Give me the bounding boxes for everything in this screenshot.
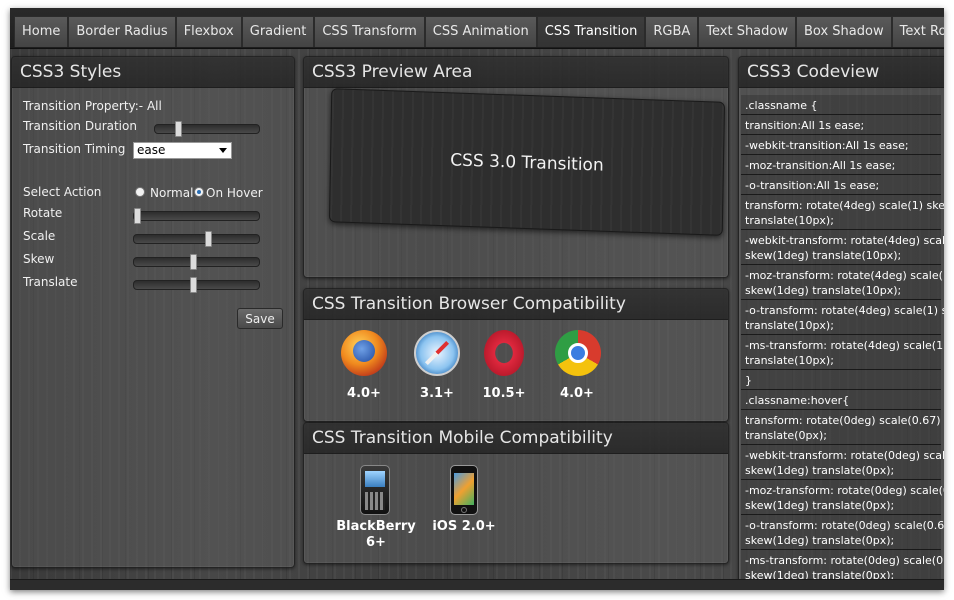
- code-line: transform: rotate(0deg) scale(0.67) skew…: [741, 410, 944, 445]
- mobile-compat-header: CSS Transition Mobile Compatibility: [304, 423, 728, 454]
- browser-compat-header: CSS Transition Browser Compatibility: [304, 289, 728, 320]
- codeview-panel: CSS3 Codeview .classname {transition:All…: [738, 56, 944, 590]
- safari-version: 3.1+: [420, 386, 454, 401]
- chevron-down-icon: [219, 148, 227, 153]
- skew-slider-thumb[interactable]: [190, 254, 197, 270]
- code-line: .classname:hover{: [741, 390, 941, 410]
- scale-label: Scale: [23, 229, 56, 243]
- transition-property-label: Transition Property: [23, 99, 135, 113]
- preview-box-text: CSS 3.0 Transition: [450, 150, 604, 176]
- timing-label: Transition Timing: [23, 142, 126, 156]
- code-line: -webkit-transition:All 1s ease;: [741, 135, 941, 155]
- tab-text-shadow[interactable]: Text Shadow: [698, 16, 796, 47]
- preview-panel-title: CSS3 Preview Area: [312, 62, 473, 82]
- blackberry-label: BlackBerry: [336, 519, 416, 534]
- code-line: -moz-transform: rotate(4deg) scale(1) sk…: [741, 265, 944, 300]
- tab-rgba[interactable]: RGBA: [645, 16, 699, 47]
- save-button[interactable]: Save: [237, 308, 283, 329]
- top-nav: Home Border Radius Flexbox Gradient CSS Tran…: [10, 8, 944, 49]
- tab-text-rotation[interactable]: Text Rotation: [891, 16, 944, 47]
- skew-label: Skew: [23, 252, 55, 266]
- duration-label: Transition Duration: [23, 119, 137, 133]
- firefox-version: 4.0+: [347, 386, 381, 401]
- timing-select-value: ease: [137, 143, 166, 157]
- code-line: -moz-transition:All 1s ease;: [741, 155, 941, 175]
- chrome-version: 4.0+: [560, 386, 594, 401]
- styles-panel-header: CSS3 Styles: [12, 57, 294, 88]
- scale-slider[interactable]: [133, 231, 260, 247]
- code-line: -moz-transform: rotate(0deg) scale(0.67)…: [741, 480, 944, 515]
- tab-home[interactable]: Home: [14, 16, 69, 47]
- browser-compat-title: CSS Transition Browser Compatibility: [312, 294, 626, 314]
- preview-panel-header: CSS3 Preview Area: [304, 57, 728, 88]
- action-hover-radio[interactable]: [194, 187, 204, 197]
- preview-panel: CSS3 Preview Area CSS 3.0 Transition: [303, 56, 729, 278]
- safari-icon: [414, 330, 460, 376]
- browser-compat-panel: CSS Transition Browser Compatibility 4.0…: [303, 288, 729, 422]
- scale-slider-thumb[interactable]: [205, 231, 212, 247]
- translate-slider-thumb[interactable]: [190, 277, 197, 293]
- translate-slider[interactable]: [133, 277, 260, 293]
- opera-icon: [484, 330, 524, 376]
- code-line: -o-transform: rotate(0deg) scale(0.67) s…: [741, 515, 944, 550]
- code-line: -webkit-transform: rotate(4deg) scale(1)…: [741, 230, 944, 265]
- rotate-label: Rotate: [23, 206, 63, 220]
- action-hover-label: On Hover: [206, 186, 263, 200]
- transition-property-row: Transition Property:- All: [23, 99, 162, 113]
- duration-slider-thumb[interactable]: [175, 121, 182, 137]
- codeview-panel-title: CSS3 Codeview: [747, 62, 880, 82]
- styles-panel-title: CSS3 Styles: [20, 62, 122, 82]
- code-line: transform: rotate(4deg) scale(1) skew(1d…: [741, 195, 944, 230]
- code-line: -o-transition:All 1s ease;: [741, 175, 941, 195]
- bottom-bar: [10, 579, 944, 590]
- iphone-label: iOS 2.0+: [432, 519, 496, 534]
- code-line: }: [741, 370, 941, 390]
- code-line: transition:All 1s ease;: [741, 115, 941, 135]
- tab-css-transition[interactable]: CSS Transition: [536, 16, 646, 47]
- rotate-slider-thumb[interactable]: [134, 208, 141, 224]
- nav-tabs: Home Border Radius Flexbox Gradient CSS Tran…: [14, 16, 944, 48]
- code-line: -webkit-transform: rotate(0deg) scale(0.…: [741, 445, 944, 480]
- mobile-compat-title: CSS Transition Mobile Compatibility: [312, 428, 613, 448]
- chrome-icon: [555, 330, 601, 376]
- timing-select[interactable]: ease: [133, 142, 232, 159]
- iphone-icon: [450, 465, 478, 515]
- blackberry-icon: [360, 465, 390, 515]
- tab-css-animation[interactable]: CSS Animation: [424, 16, 537, 47]
- action-normal-radio[interactable]: [135, 187, 145, 197]
- firefox-icon: [341, 330, 387, 376]
- app-frame: Home Border Radius Flexbox Gradient CSS Tran…: [10, 8, 944, 590]
- transition-preview-box[interactable]: CSS 3.0 Transition: [328, 88, 726, 236]
- tab-gradient[interactable]: Gradient: [241, 16, 315, 47]
- select-action-label: Select Action: [23, 185, 102, 199]
- tab-border-radius[interactable]: Border Radius: [68, 16, 176, 47]
- blackberry-version: 6+: [366, 535, 386, 550]
- rotate-slider[interactable]: [133, 208, 260, 224]
- duration-slider[interactable]: [154, 121, 260, 137]
- code-line: -ms-transform: rotate(4deg) scale(1) ske…: [741, 335, 944, 370]
- tab-css-transform[interactable]: CSS Transform: [314, 16, 425, 47]
- skew-slider[interactable]: [133, 254, 260, 270]
- code-line: .classname {: [741, 95, 941, 115]
- mobile-compat-panel: CSS Transition Mobile Compatibility Blac…: [303, 422, 729, 564]
- tab-flexbox[interactable]: Flexbox: [175, 16, 242, 47]
- transition-property-value: :- All: [134, 99, 162, 113]
- tab-box-shadow[interactable]: Box Shadow: [796, 16, 892, 47]
- codeview-panel-header: CSS3 Codeview: [739, 57, 944, 88]
- action-normal-label: Normal: [150, 186, 194, 200]
- translate-label: Translate: [23, 275, 78, 289]
- code-line: -o-transform: rotate(4deg) scale(1) skew…: [741, 300, 944, 335]
- styles-panel: CSS3 Styles Transition Property:- All Tr…: [11, 56, 295, 568]
- opera-version: 10.5+: [482, 386, 526, 401]
